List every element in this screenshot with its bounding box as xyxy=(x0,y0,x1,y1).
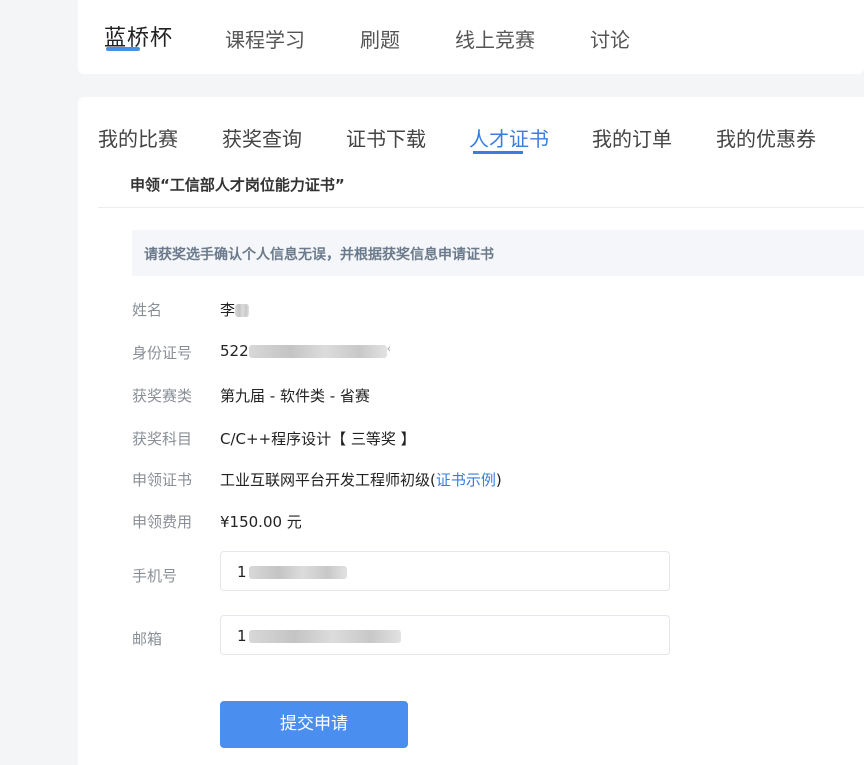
id-label: 身份证号 xyxy=(132,344,193,362)
tab-my-orders[interactable]: 我的订单 xyxy=(592,123,672,152)
tab-talent-certificate[interactable]: 人才证书 xyxy=(469,123,549,152)
fee-value: ¥150.00 元 xyxy=(220,513,302,531)
submit-application-button[interactable]: 提交申请 xyxy=(220,701,408,748)
id-text: 522 xyxy=(220,342,249,360)
nav-item-online-contest[interactable]: 线上竞赛 xyxy=(455,24,535,53)
category-value: 第九届 - 软件类 - 省赛 xyxy=(220,387,370,405)
email-label: 邮箱 xyxy=(132,630,163,648)
name-text: 李 xyxy=(220,301,236,319)
phone-text: 1 xyxy=(237,563,247,581)
main-card: 我的比赛 获奖查询 证书下载 人才证书 我的订单 我的优惠券 申领“工信部人才岗… xyxy=(78,97,864,765)
email-text: 1 xyxy=(237,627,247,645)
nav-item-courses[interactable]: 课程学习 xyxy=(225,24,305,53)
name-value: 李 xyxy=(220,299,250,320)
section-title: 申领“工信部人才岗位能力证书” xyxy=(130,176,345,194)
logo-underline xyxy=(106,47,140,51)
phone-input[interactable]: 1 xyxy=(220,551,670,591)
redacted-blur xyxy=(248,630,401,643)
name-label: 姓名 xyxy=(132,301,163,319)
email-input[interactable]: 1 xyxy=(220,615,670,655)
nav-item-discussion[interactable]: 讨论 xyxy=(590,24,630,53)
subject-value: C/C++程序设计【 三等奖 】 xyxy=(220,430,416,448)
phone-input-value: 1 xyxy=(237,563,347,581)
notice-text: 请获奖选手确认个人信息无误，并根据获奖信息申请证书 xyxy=(144,247,494,263)
certificate-value: 工业互联网平台开发工程师初级(证书示例) xyxy=(220,469,502,490)
certificate-sample-link[interactable]: 证书示例 xyxy=(436,471,496,489)
category-label: 获奖赛类 xyxy=(132,387,193,405)
email-input-value: 1 xyxy=(237,627,401,645)
certificate-name: 工业互联网平台开发工程师初级( xyxy=(220,471,436,489)
tab-certificate-download[interactable]: 证书下载 xyxy=(346,123,426,152)
redacted-blur xyxy=(248,566,347,579)
redacted-blur xyxy=(248,345,387,358)
fee-label: 申领费用 xyxy=(132,513,193,531)
id-tail: ‹ xyxy=(386,342,392,355)
tab-my-coupons[interactable]: 我的优惠券 xyxy=(716,123,816,152)
certificate-label: 申领证书 xyxy=(132,471,193,489)
tab-award-query[interactable]: 获奖查询 xyxy=(222,123,302,152)
active-tab-indicator xyxy=(473,151,523,154)
phone-label: 手机号 xyxy=(132,567,178,585)
top-nav-bar: 蓝桥杯 课程学习 刷题 线上竞赛 讨论 xyxy=(78,0,864,74)
nav-item-practice[interactable]: 刷题 xyxy=(360,24,400,53)
redacted-blur xyxy=(235,304,250,317)
subject-label: 获奖科目 xyxy=(132,430,193,448)
notice-banner: 请获奖选手确认个人信息无误，并根据获奖信息申请证书 xyxy=(132,230,864,276)
divider xyxy=(98,207,864,208)
certificate-close-paren: ) xyxy=(495,471,502,489)
tab-my-contests[interactable]: 我的比赛 xyxy=(98,123,178,152)
id-value: 522 ‹ xyxy=(220,342,391,360)
